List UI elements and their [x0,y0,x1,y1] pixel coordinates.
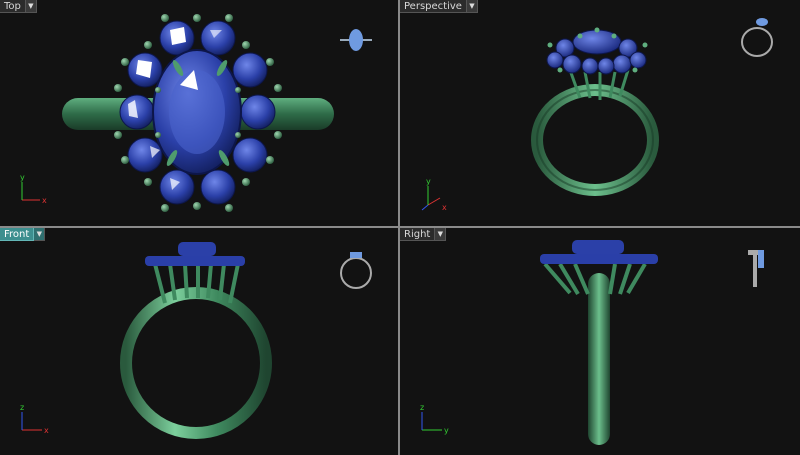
svg-text:y: y [20,173,25,182]
viewport-tab-top[interactable]: Top ▼ [0,0,37,13]
dropdown-arrow-icon[interactable]: ▼ [25,0,37,13]
axis-triad-icon: x y [421,177,447,212]
axis-triad-icon: x y [20,173,47,205]
svg-text:x: x [42,196,47,205]
viewport-tab-right[interactable]: Right ▼ [400,228,447,241]
viewport-front[interactable]: Front ▼ x z [0,228,398,455]
viewport-title: Right [400,228,436,241]
axis-triad-icon: y z [420,403,449,435]
viewport-right[interactable]: Right ▼ y z [400,228,800,455]
view-cube-icon [340,29,372,51]
viewport-tab-front[interactable]: Front ▼ [0,228,46,241]
svg-text:y: y [444,426,449,435]
viewport-top[interactable]: Top ▼ x y [0,0,398,226]
svg-text:y: y [426,177,431,186]
viewport-title: Perspective [400,0,467,13]
svg-text:x: x [442,203,447,212]
top-view-model: x y [20,14,372,212]
viewport-title: Front [0,228,35,241]
viewport-title: Top [0,0,26,13]
svg-text:z: z [20,403,24,412]
viewport-perspective[interactable]: Perspective ▼ x y [400,0,800,226]
view-cube-icon [340,252,372,289]
view-cube-icon [748,250,764,287]
dropdown-arrow-icon[interactable]: ▼ [34,228,46,241]
front-view-model: x z [20,242,372,439]
svg-text:z: z [420,403,424,412]
dropdown-arrow-icon[interactable]: ▼ [466,0,478,13]
perspective-view-model: x y [421,18,773,212]
viewport-tab-perspective[interactable]: Perspective ▼ [400,0,478,13]
svg-text:x: x [44,426,49,435]
axis-triad-icon: x z [20,403,49,435]
dropdown-arrow-icon[interactable]: ▼ [435,228,447,241]
right-view-model: y z [420,240,764,445]
view-cube-icon [741,18,773,57]
